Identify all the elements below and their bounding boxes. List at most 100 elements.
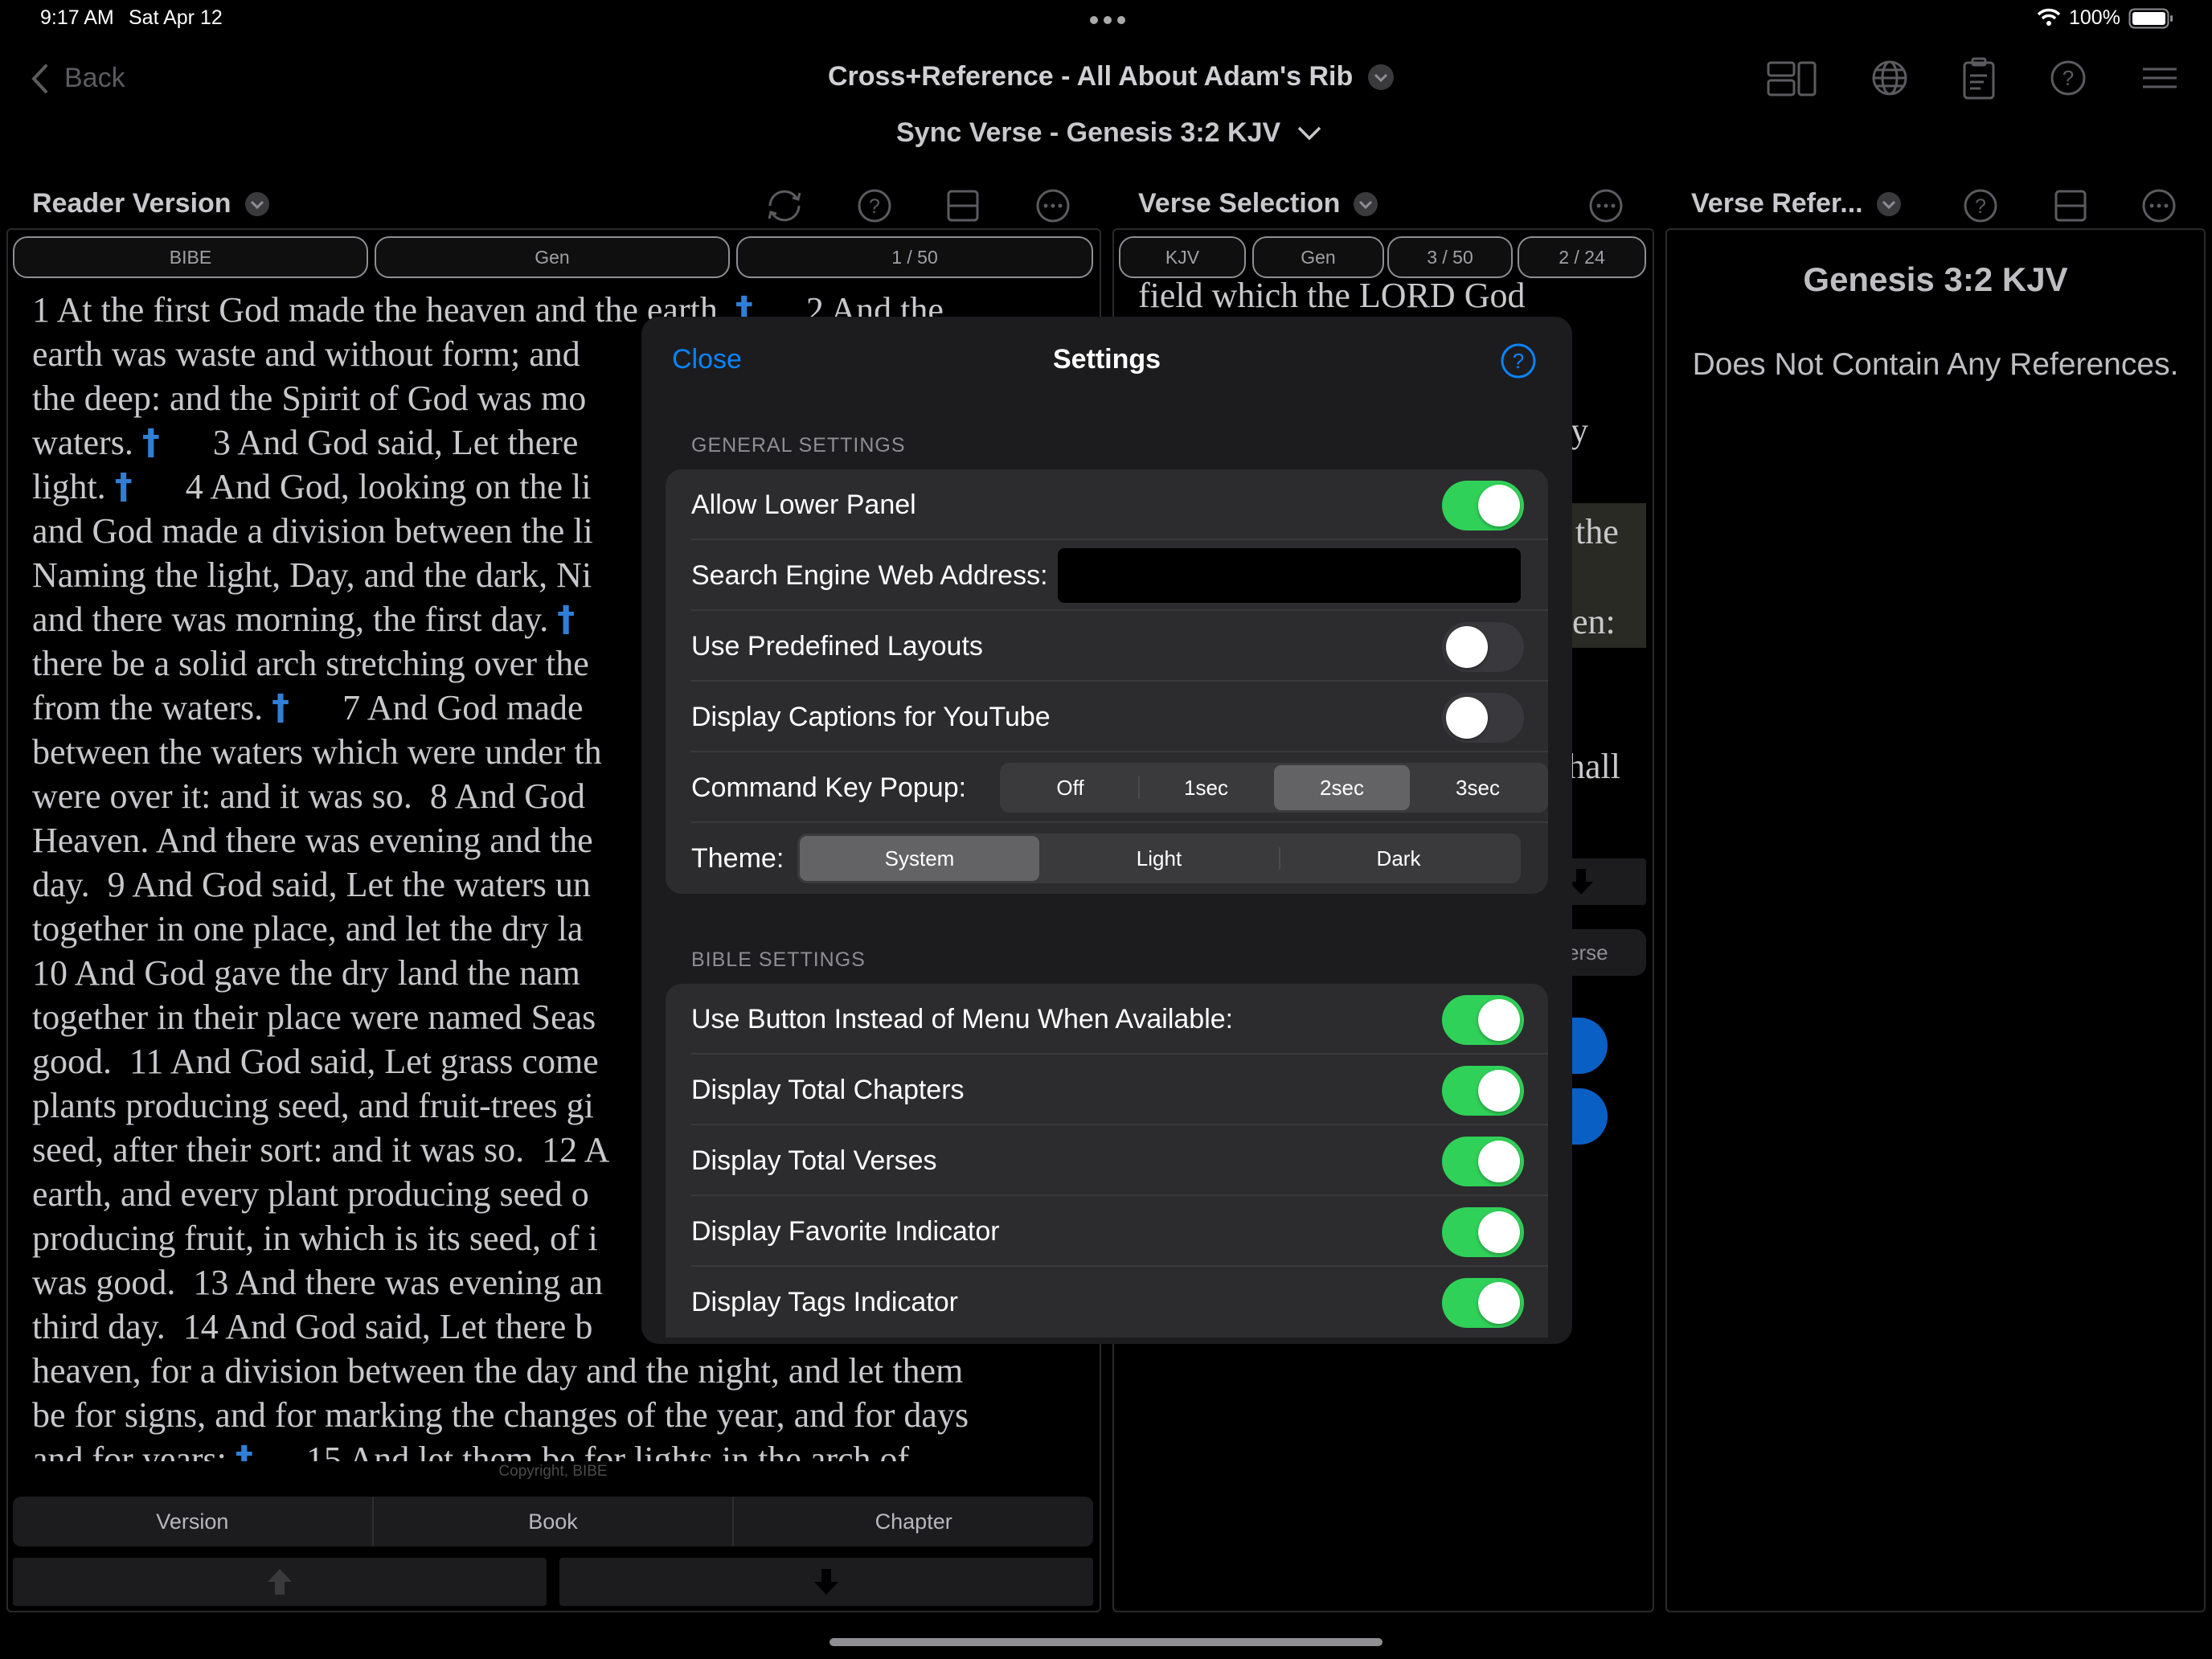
verse-reference-menu[interactable]: Verse Refer... bbox=[1691, 188, 1902, 219]
reader-help-icon[interactable]: ? bbox=[857, 188, 892, 223]
verse-book-pill[interactable]: Gen bbox=[1252, 236, 1384, 278]
command-key-option-2sec[interactable]: 2sec bbox=[1274, 765, 1410, 810]
status-date: Sat Apr 12 bbox=[129, 6, 223, 29]
cross-reference-icon[interactable]: † bbox=[557, 599, 575, 640]
cross-reference-icon[interactable]: † bbox=[142, 422, 160, 463]
cross-reference-icon[interactable]: † bbox=[236, 1439, 253, 1461]
allow-lower-panel-toggle[interactable] bbox=[1442, 481, 1524, 530]
verse-next-button[interactable] bbox=[1559, 858, 1646, 905]
chapter-pill[interactable]: 1 / 50 bbox=[736, 236, 1093, 278]
search-engine-row: Search Engine Web Address: bbox=[666, 540, 1548, 611]
verse-text: day. 9 And God said, Let the waters un bbox=[32, 865, 591, 904]
previous-chapter-button[interactable] bbox=[13, 1558, 547, 1606]
tab-version[interactable]: Version bbox=[13, 1497, 374, 1546]
command-key-label: Command Key Popup: bbox=[691, 772, 967, 803]
ref-help-icon[interactable]: ? bbox=[1963, 188, 1998, 223]
theme-option-system[interactable]: System bbox=[800, 836, 1039, 881]
theme-option-light[interactable]: Light bbox=[1039, 836, 1279, 881]
display-total-chapters-row: Display Total Chapters bbox=[666, 1055, 1548, 1125]
display-total-chapters-label: Display Total Chapters bbox=[691, 1074, 965, 1105]
tab-book[interactable]: Book bbox=[374, 1497, 735, 1546]
allow-lower-panel-label: Allow Lower Panel bbox=[691, 489, 916, 520]
verse-chapter-pill[interactable]: 3 / 50 bbox=[1387, 236, 1513, 278]
verse-text: 4 And God, looking on the li bbox=[132, 467, 592, 506]
verse-text: good. 11 And God said, Let grass come bbox=[32, 1042, 599, 1081]
use-button-toggle[interactable] bbox=[1442, 995, 1524, 1045]
verse-text: together in their place were named Seas bbox=[32, 997, 596, 1037]
command-key-segmented-control: Off 1sec 2sec 3sec bbox=[1000, 763, 1548, 813]
ref-more-icon[interactable] bbox=[2141, 188, 2177, 223]
verse-text: third day. 14 And God said, Let there b bbox=[32, 1307, 593, 1346]
verse-selection-menu[interactable]: Verse Selection bbox=[1138, 188, 1378, 219]
sync-icon[interactable] bbox=[764, 186, 805, 225]
verse-text: from the waters. bbox=[32, 688, 272, 727]
next-chapter-button[interactable] bbox=[559, 1558, 1093, 1606]
home-indicator[interactable] bbox=[830, 1638, 1382, 1646]
search-engine-label: Search Engine Web Address: bbox=[691, 559, 1048, 591]
help-icon[interactable]: ? bbox=[2050, 59, 2087, 96]
verse-text: were over it: and it was so. 8 And God bbox=[32, 776, 585, 816]
layout-icon[interactable] bbox=[1767, 61, 1817, 96]
verse-text: the deep: and the Spirit of God was mo bbox=[32, 379, 587, 418]
cross-reference-icon[interactable]: † bbox=[272, 687, 289, 728]
bible-line: and for years: † 15 And let them be for … bbox=[32, 1437, 1093, 1461]
display-captions-row: Display Captions for YouTube bbox=[666, 682, 1548, 752]
verse-text: earth, and every plant producing seed o bbox=[32, 1174, 589, 1214]
tab-chapter[interactable]: Chapter bbox=[734, 1497, 1093, 1546]
sync-verse-menu[interactable]: Sync Verse - Genesis 3:2 KJV bbox=[896, 117, 1322, 149]
display-favorite-indicator-toggle[interactable] bbox=[1442, 1207, 1524, 1257]
command-key-option-3sec[interactable]: 3sec bbox=[1410, 765, 1546, 810]
svg-text:?: ? bbox=[1975, 195, 1986, 218]
use-predefined-layouts-label: Use Predefined Layouts bbox=[691, 630, 983, 662]
chevron-down-icon bbox=[1297, 126, 1321, 140]
battery-percent: 100% bbox=[2069, 6, 2120, 29]
command-key-row: Command Key Popup: Off 1sec 2sec 3sec bbox=[666, 752, 1548, 823]
arrow-down-icon bbox=[814, 1569, 838, 1595]
settings-help-icon[interactable]: ? bbox=[1500, 342, 1537, 379]
verse-text: and there was morning, the first day. bbox=[32, 600, 558, 639]
verse-text-fragment: en: bbox=[1572, 602, 1616, 641]
reader-version-menu[interactable]: Reader Version bbox=[32, 188, 270, 219]
verse-text-fragment: y bbox=[1571, 411, 1588, 450]
verse-text: between the waters which were under th bbox=[32, 732, 602, 772]
command-key-option-off[interactable]: Off bbox=[1002, 765, 1138, 810]
sync-verse-label: Sync Verse - Genesis 3:2 KJV bbox=[896, 117, 1281, 148]
verse-text: and God made a division between the li bbox=[32, 511, 593, 551]
hamburger-menu-icon[interactable] bbox=[2141, 66, 2178, 90]
notes-icon[interactable] bbox=[1963, 56, 1997, 100]
book-pill[interactable]: Gen bbox=[375, 236, 730, 278]
multitask-dots-icon[interactable] bbox=[1090, 16, 1125, 24]
verse-text: earth was waste and without form; and bbox=[32, 334, 580, 374]
version-pill[interactable]: BIBE bbox=[13, 236, 368, 278]
display-total-verses-toggle[interactable] bbox=[1442, 1137, 1524, 1186]
ref-panel-title: Verse Refer... bbox=[1691, 188, 1863, 219]
ref-split-icon[interactable] bbox=[2054, 190, 2087, 222]
use-predefined-layouts-toggle[interactable] bbox=[1442, 622, 1524, 672]
verse-text: 10 And God gave the dry land the nam bbox=[32, 953, 580, 993]
display-favorite-indicator-label: Display Favorite Indicator bbox=[691, 1215, 1000, 1247]
display-tags-indicator-toggle[interactable] bbox=[1442, 1278, 1524, 1328]
reader-more-icon[interactable] bbox=[1035, 188, 1071, 223]
wifi-icon bbox=[2037, 8, 2061, 26]
use-button-label: Use Button Instead of Menu When Availabl… bbox=[691, 1003, 1234, 1034]
verse-text: light. bbox=[32, 467, 115, 506]
verse-button[interactable]: erse bbox=[1559, 929, 1646, 976]
theme-option-dark[interactable]: Dark bbox=[1279, 836, 1518, 881]
display-total-chapters-toggle[interactable] bbox=[1442, 1066, 1524, 1116]
verse-more-icon[interactable] bbox=[1588, 188, 1624, 223]
search-engine-input[interactable] bbox=[1058, 548, 1521, 603]
command-key-option-1sec[interactable]: 1sec bbox=[1138, 765, 1274, 810]
verse-version-pill[interactable]: KJV bbox=[1119, 236, 1246, 278]
verse-number-pill[interactable]: 2 / 24 bbox=[1518, 236, 1646, 278]
display-total-verses-label: Display Total Verses bbox=[691, 1145, 937, 1176]
title-menu[interactable]: Cross+Reference - All About Adam's Rib bbox=[828, 61, 1395, 92]
display-captions-toggle[interactable] bbox=[1442, 693, 1524, 743]
globe-icon[interactable] bbox=[1871, 59, 1908, 96]
display-tags-indicator-row: Display Tags Indicator bbox=[666, 1267, 1548, 1337]
verse-text: producing fruit, in which is its seed, o… bbox=[32, 1219, 598, 1258]
cross-reference-icon[interactable]: † bbox=[115, 466, 133, 507]
back-button[interactable]: Back bbox=[31, 63, 125, 94]
bible-settings-header: BIBLE SETTINGS bbox=[691, 948, 866, 971]
reader-split-icon[interactable] bbox=[947, 190, 979, 222]
battery-icon bbox=[2128, 8, 2173, 29]
